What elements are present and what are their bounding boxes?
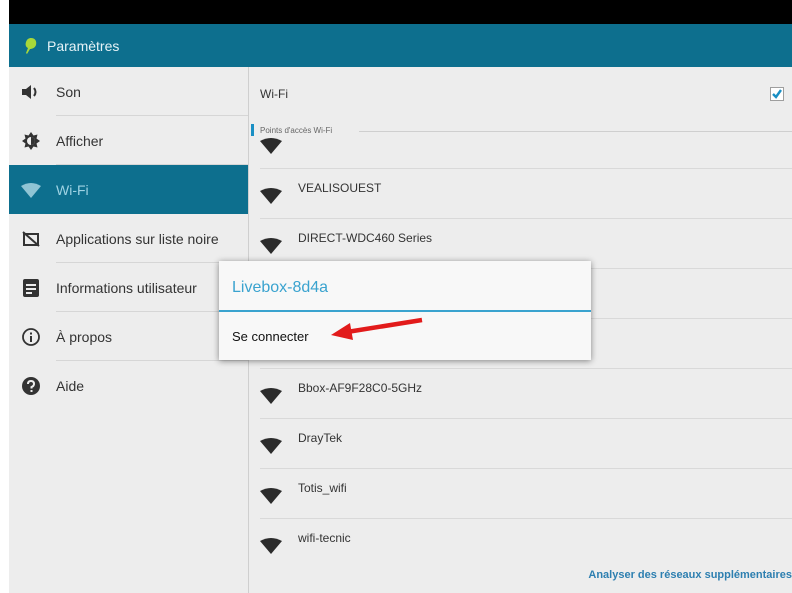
network-row[interactable]: DrayTek — [249, 419, 792, 469]
wifi-toggle-label: Wi-Fi — [260, 87, 288, 101]
settings-sidebar: Son Afficher Wi-Fi Applications sur list… — [9, 67, 248, 593]
sidebar-item-label: À propos — [56, 328, 113, 345]
blocked-apps-icon — [21, 229, 41, 249]
network-name: DIRECT-WDC460 Series — [298, 231, 433, 245]
wifi-signal-icon — [260, 538, 282, 554]
info-icon — [21, 327, 41, 347]
network-row[interactable]: VEALISOUEST — [249, 169, 792, 219]
wifi-signal-icon — [260, 238, 282, 254]
sidebar-item-label: Applications sur liste noire — [56, 230, 219, 247]
sidebar-item-wifi[interactable]: Wi-Fi — [9, 165, 248, 214]
sidebar-item-label: Wi-Fi — [56, 181, 89, 198]
sidebar-item-about[interactable]: À propos — [9, 312, 248, 361]
wifi-icon — [21, 180, 41, 200]
wifi-signal-icon — [260, 488, 282, 504]
network-name: Totis_wifi — [298, 481, 347, 495]
network-row[interactable]: wifi-tecnic — [249, 519, 792, 569]
network-name: wifi-tecnic — [298, 531, 351, 545]
sidebar-item-label: Son — [56, 83, 81, 100]
settings-app-icon[interactable] — [21, 36, 41, 56]
action-bar: Paramètres — [9, 24, 792, 67]
help-icon — [21, 376, 41, 396]
display-icon — [21, 131, 41, 151]
sidebar-item-blacklisted-apps[interactable]: Applications sur liste noire — [9, 214, 248, 263]
network-dialog: Livebox-8d4a Se connecter — [219, 261, 591, 360]
network-name: DrayTek — [298, 431, 343, 445]
section-header-label: Points d'accès Wi-Fi — [260, 126, 337, 135]
sidebar-item-help[interactable]: Aide — [9, 361, 248, 410]
sidebar-item-label: Informations utilisateur — [56, 279, 197, 296]
wifi-toggle-row[interactable]: Wi-Fi — [249, 67, 792, 119]
network-row[interactable]: Totis_wifi — [249, 469, 792, 519]
wifi-signal-icon — [260, 388, 282, 404]
sidebar-item-label: Afficher — [56, 132, 104, 149]
network-name: VEALISOUEST — [298, 181, 382, 195]
connect-button[interactable]: Se connecter — [232, 329, 309, 344]
wifi-signal-icon — [260, 188, 282, 204]
sidebar-item-afficher[interactable]: Afficher — [9, 116, 248, 165]
network-row[interactable]: Bbox-AF9F28C0-5GHz — [249, 369, 792, 419]
red-arrow-annotation — [331, 317, 423, 340]
sidebar-item-user-info[interactable]: Informations utilisateur — [9, 263, 248, 312]
dialog-title: Livebox-8d4a — [232, 279, 329, 296]
wifi-signal-icon — [260, 438, 282, 454]
sidebar-item-label: Aide — [56, 377, 85, 394]
user-info-icon — [21, 278, 41, 298]
status-bar — [9, 0, 792, 24]
wifi-signal-icon — [260, 138, 282, 154]
network-name: Bbox-AF9F28C0-5GHz — [298, 381, 423, 395]
speaker-icon — [21, 82, 41, 102]
wifi-enabled-checkbox[interactable] — [770, 87, 784, 101]
sidebar-item-son[interactable]: Son — [9, 67, 248, 116]
scan-more-networks-link[interactable]: Analyser des réseaux supplémentaires — [588, 569, 792, 581]
app-title: Paramètres — [47, 37, 120, 54]
